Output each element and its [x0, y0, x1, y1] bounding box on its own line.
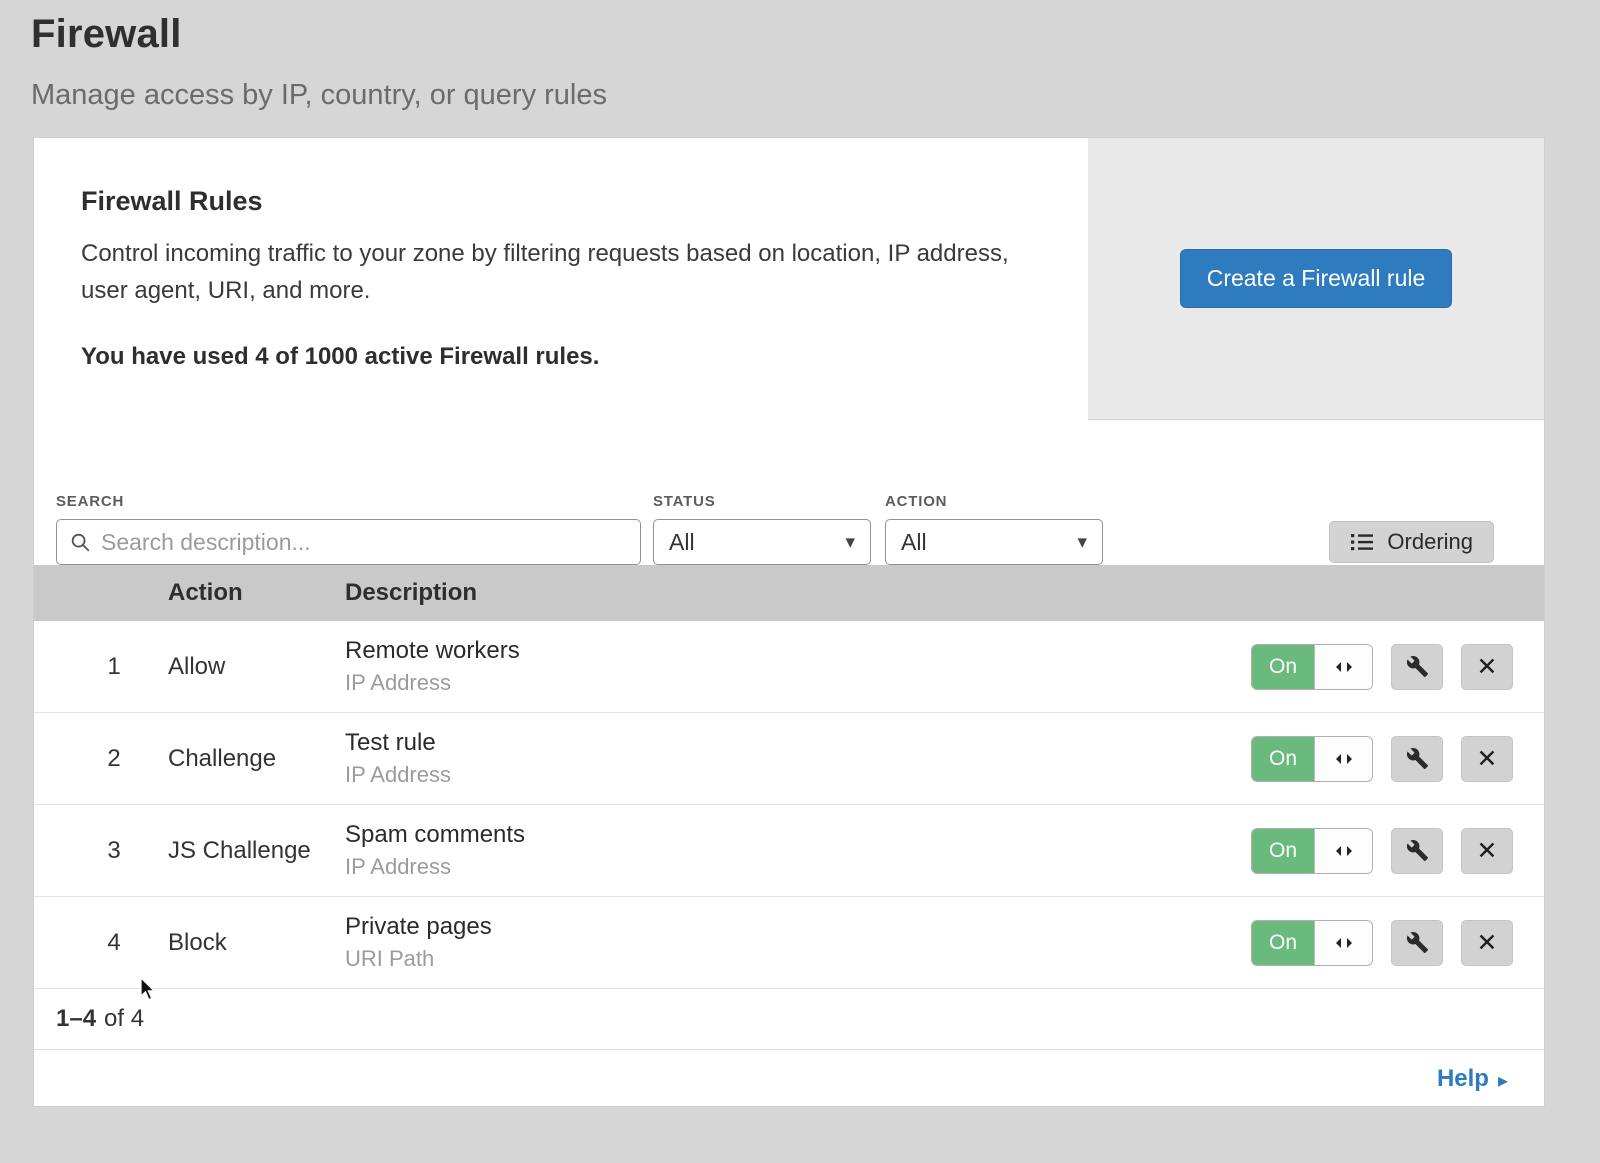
pagination-row: 1–4 of 4 [34, 989, 1544, 1049]
help-arrow-icon: ▸ [1498, 1068, 1508, 1092]
toggle-state-label: On [1252, 737, 1314, 781]
table-row: 3 JS Challenge Spam comments IP Address … [34, 805, 1544, 897]
page-title: Firewall [31, 12, 1600, 57]
rule-match-field: URI Path [345, 946, 1251, 972]
rule-description-cell: Test rule IP Address [345, 729, 1251, 788]
edit-rule-button[interactable] [1391, 920, 1443, 966]
toggle-state-label: On [1252, 829, 1314, 873]
search-icon [69, 531, 91, 553]
edit-rule-button[interactable] [1391, 644, 1443, 690]
rule-priority: 3 [34, 837, 168, 865]
rule-enabled-toggle[interactable]: On [1251, 920, 1373, 966]
wrench-icon [1406, 931, 1429, 954]
status-label: STATUS [653, 493, 871, 510]
rule-match-field: IP Address [345, 762, 1251, 788]
close-icon: ✕ [1477, 746, 1498, 771]
delete-rule-button[interactable]: ✕ [1461, 920, 1513, 966]
rule-controls: On ✕ [1251, 644, 1544, 690]
edit-rule-button[interactable] [1391, 828, 1443, 874]
rule-controls: On ✕ [1251, 736, 1544, 782]
rule-match-field: IP Address [345, 670, 1251, 696]
rule-controls: On ✕ [1251, 828, 1544, 874]
rules-usage-note: You have used 4 of 1000 active Firewall … [81, 343, 1048, 371]
toggle-arrows-icon [1333, 751, 1355, 767]
firewall-rules-card: Firewall Rules Control incoming traffic … [33, 137, 1545, 1107]
create-rule-panel: Create a Firewall rule [1088, 138, 1544, 420]
toggle-state-label: On [1252, 645, 1314, 689]
rules-section-title: Firewall Rules [81, 186, 1048, 217]
toggle-arrows-icon [1333, 935, 1355, 951]
rule-priority: 2 [34, 745, 168, 773]
delete-rule-button[interactable]: ✕ [1461, 828, 1513, 874]
close-icon: ✕ [1477, 654, 1498, 679]
action-filter-group: ACTION All ▾ [885, 493, 1103, 565]
table-header-row: Action Description [34, 565, 1544, 621]
action-column-header: Action [168, 579, 345, 607]
rule-controls: On ✕ [1251, 920, 1544, 966]
rules-summary-section: Firewall Rules Control incoming traffic … [34, 138, 1544, 420]
table-row: 1 Allow Remote workers IP Address On [34, 621, 1544, 713]
table-row: 4 Block Private pages URI Path On ✕ [34, 897, 1544, 989]
rule-description: Spam comments [345, 821, 1251, 849]
pagination-total: of 4 [104, 1005, 144, 1033]
search-label: SEARCH [56, 493, 641, 510]
table-row: 2 Challenge Test rule IP Address On [34, 713, 1544, 805]
rule-description-cell: Private pages URI Path [345, 913, 1251, 972]
rule-enabled-toggle[interactable]: On [1251, 828, 1373, 874]
status-selected-value: All [669, 529, 695, 556]
page-header: Firewall Manage access by IP, country, o… [0, 0, 1600, 112]
rule-description: Private pages [345, 913, 1251, 941]
rule-description-cell: Remote workers IP Address [345, 637, 1251, 696]
rule-action: Allow [168, 653, 345, 681]
rule-match-field: IP Address [345, 854, 1251, 880]
search-input[interactable] [56, 519, 641, 565]
search-filter-group: SEARCH [56, 493, 641, 565]
page-subtitle: Manage access by IP, country, or query r… [31, 79, 1600, 112]
rule-priority: 4 [34, 929, 168, 957]
wrench-icon [1406, 747, 1429, 770]
delete-rule-button[interactable]: ✕ [1461, 736, 1513, 782]
toggle-arrows-icon [1333, 659, 1355, 675]
rule-description: Test rule [345, 729, 1251, 757]
description-column-header: Description [345, 579, 1544, 607]
rule-action: Challenge [168, 745, 345, 773]
wrench-icon [1406, 655, 1429, 678]
rules-description: Control incoming traffic to your zone by… [81, 235, 1031, 309]
chevron-down-icon: ▾ [1077, 531, 1087, 553]
toggle-state-label: On [1252, 921, 1314, 965]
action-selected-value: All [901, 529, 927, 556]
toggle-arrows-icon [1333, 843, 1355, 859]
toggle-handle[interactable] [1314, 829, 1372, 873]
toggle-handle[interactable] [1314, 645, 1372, 689]
filters-bar: SEARCH STATUS All ▾ ACTION All ▾ [34, 420, 1544, 565]
ordering-list-icon [1350, 532, 1374, 552]
rule-action: JS Challenge [168, 837, 345, 865]
rule-priority: 1 [34, 653, 168, 681]
rule-enabled-toggle[interactable]: On [1251, 736, 1373, 782]
status-select[interactable]: All ▾ [653, 519, 871, 565]
close-icon: ✕ [1477, 838, 1498, 863]
help-row: Help ▸ [34, 1049, 1544, 1107]
rule-description: Remote workers [345, 637, 1251, 665]
help-link[interactable]: Help ▸ [1437, 1065, 1508, 1093]
delete-rule-button[interactable]: ✕ [1461, 644, 1513, 690]
toggle-handle[interactable] [1314, 921, 1372, 965]
ordering-button-label: Ordering [1387, 529, 1473, 555]
toggle-handle[interactable] [1314, 737, 1372, 781]
rule-action: Block [168, 929, 345, 957]
status-filter-group: STATUS All ▾ [653, 493, 871, 565]
action-label: ACTION [885, 493, 1103, 510]
action-select[interactable]: All ▾ [885, 519, 1103, 565]
chevron-down-icon: ▾ [845, 531, 855, 553]
rules-summary-text: Firewall Rules Control incoming traffic … [34, 138, 1088, 420]
create-firewall-rule-button[interactable]: Create a Firewall rule [1180, 249, 1453, 308]
close-icon: ✕ [1477, 930, 1498, 955]
rule-enabled-toggle[interactable]: On [1251, 644, 1373, 690]
ordering-button[interactable]: Ordering [1329, 521, 1494, 563]
wrench-icon [1406, 839, 1429, 862]
pagination-range: 1–4 [56, 1005, 96, 1033]
edit-rule-button[interactable] [1391, 736, 1443, 782]
help-link-label: Help [1437, 1065, 1489, 1093]
rule-description-cell: Spam comments IP Address [345, 821, 1251, 880]
